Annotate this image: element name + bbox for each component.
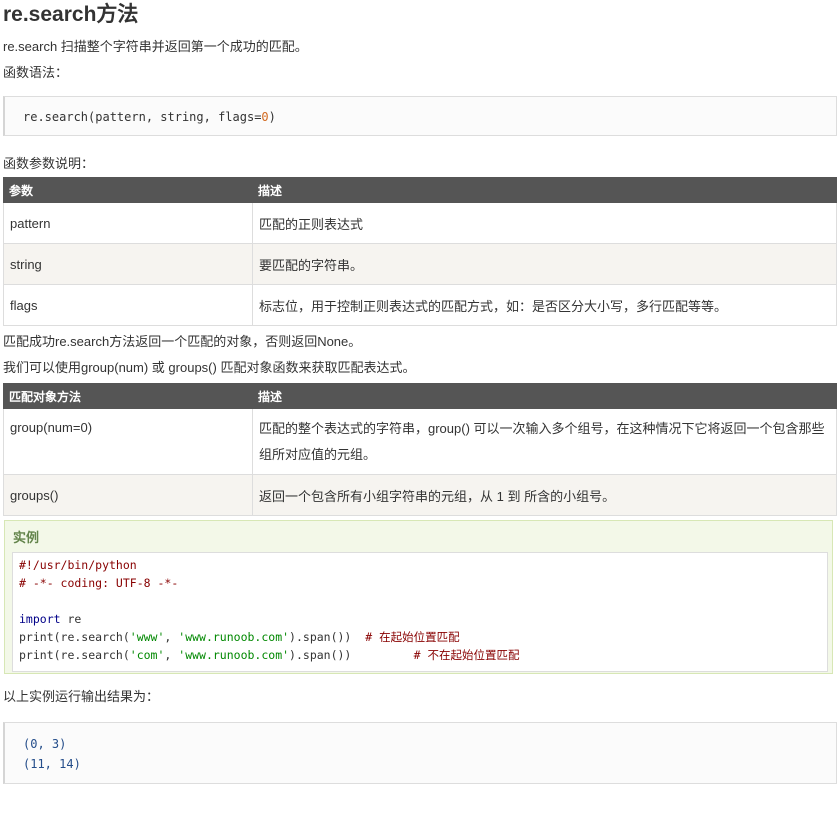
code-import-keyword: import	[19, 612, 61, 626]
syntax-label: 函数语法：	[3, 65, 69, 80]
method-desc: 返回一个包含所有小组字符串的元组，从 1 到 所含的小组号。	[252, 474, 837, 516]
group-text: 我们可以使用group(num) 或 groups() 匹配对象函数来获取匹配表…	[3, 360, 416, 375]
code-import-module: re	[60, 612, 82, 626]
syntax-code-line: re.search(pattern, string, flags=0)	[23, 107, 836, 127]
output-line: (0, 3)	[23, 737, 67, 751]
example-heading: 实例	[13, 530, 40, 545]
method-name: group(num=0)	[3, 408, 253, 475]
code-print2-str1: 'com'	[129, 648, 165, 662]
code-print1-str2: 'www.runoob.com'	[178, 630, 290, 644]
code-print2-c: ).span())	[289, 648, 414, 662]
table-row: string 要匹配的字符串。	[3, 243, 837, 285]
code-print1-str1: 'www'	[129, 630, 165, 644]
methods-header-method: 匹配对象方法	[3, 383, 253, 409]
param-desc: 要匹配的字符串。	[252, 243, 837, 285]
table-row: groups() 返回一个包含所有小组字符串的元组，从 1 到 所含的小组号。	[3, 474, 837, 516]
code-coding: # -*- coding: UTF-8 -*-	[19, 576, 179, 590]
code-print1-b: ,	[164, 630, 179, 644]
syntax-code-number: 0	[261, 110, 269, 124]
syntax-code-suffix: )	[268, 110, 276, 124]
example-code: #!/usr/bin/python # -*- coding: UTF-8 -*…	[12, 552, 828, 672]
param-name: string	[3, 243, 253, 285]
code-print2-a: print(re.search(	[19, 648, 130, 662]
methods-table: 匹配对象方法 描述 group(num=0) 匹配的整个表达式的字符串，grou…	[3, 383, 837, 516]
params-table-header: 参数 描述	[3, 177, 837, 203]
output-label: 以上实例运行输出结果为：	[3, 689, 160, 704]
table-row: flags 标志位，用于控制正则表达式的匹配方式，如：是否区分大小写，多行匹配等…	[3, 284, 837, 326]
output-line: (11, 14)	[23, 757, 81, 771]
methods-header-desc: 描述	[252, 383, 837, 409]
table-row: group(num=0) 匹配的整个表达式的字符串，group() 可以一次输入…	[3, 408, 837, 475]
param-desc: 标志位，用于控制正则表达式的匹配方式，如：是否区分大小写，多行匹配等等。	[252, 284, 837, 326]
code-shebang: #!/usr/bin/python	[19, 558, 137, 572]
intro-text: re.search 扫描整个字符串并返回第一个成功的匹配。	[3, 39, 308, 54]
params-label: 函数参数说明：	[3, 156, 95, 171]
output-code-block: (0, 3) (11, 14)	[3, 722, 837, 784]
article: re.search方法 re.search 扫描整个字符串并返回第一个成功的匹配…	[0, 0, 839, 784]
methods-table-header: 匹配对象方法 描述	[3, 383, 837, 409]
code-print1-c: ).span())	[289, 630, 366, 644]
code-print1-a: print(re.search(	[19, 630, 130, 644]
page-title: re.search方法	[3, 3, 139, 26]
code-print2-comment: # 不在起始位置匹配	[413, 648, 520, 662]
param-name: flags	[3, 284, 253, 326]
return-text: 匹配成功re.search方法返回一个匹配的对象，否则返回None。	[3, 334, 362, 349]
table-row: pattern 匹配的正则表达式	[3, 202, 837, 244]
example-box: 实例 #!/usr/bin/python # -*- coding: UTF-8…	[4, 520, 833, 674]
param-desc: 匹配的正则表达式	[252, 202, 837, 244]
params-header-param: 参数	[3, 177, 253, 203]
params-header-desc: 描述	[252, 177, 837, 203]
params-table: 参数 描述 pattern 匹配的正则表达式 string 要匹配的字符串。 f…	[3, 177, 837, 326]
code-print1-comment: # 在起始位置匹配	[365, 630, 460, 644]
method-name: groups()	[3, 474, 253, 516]
syntax-code-block: re.search(pattern, string, flags=0)	[3, 96, 837, 136]
code-print2-str2: 'www.runoob.com'	[178, 648, 290, 662]
syntax-code-prefix: re.search(pattern, string, flags=	[23, 110, 262, 124]
param-name: pattern	[3, 202, 253, 244]
code-print2-b: ,	[164, 648, 179, 662]
method-desc: 匹配的整个表达式的字符串，group() 可以一次输入多个组号，在这种情况下它将…	[252, 408, 837, 475]
